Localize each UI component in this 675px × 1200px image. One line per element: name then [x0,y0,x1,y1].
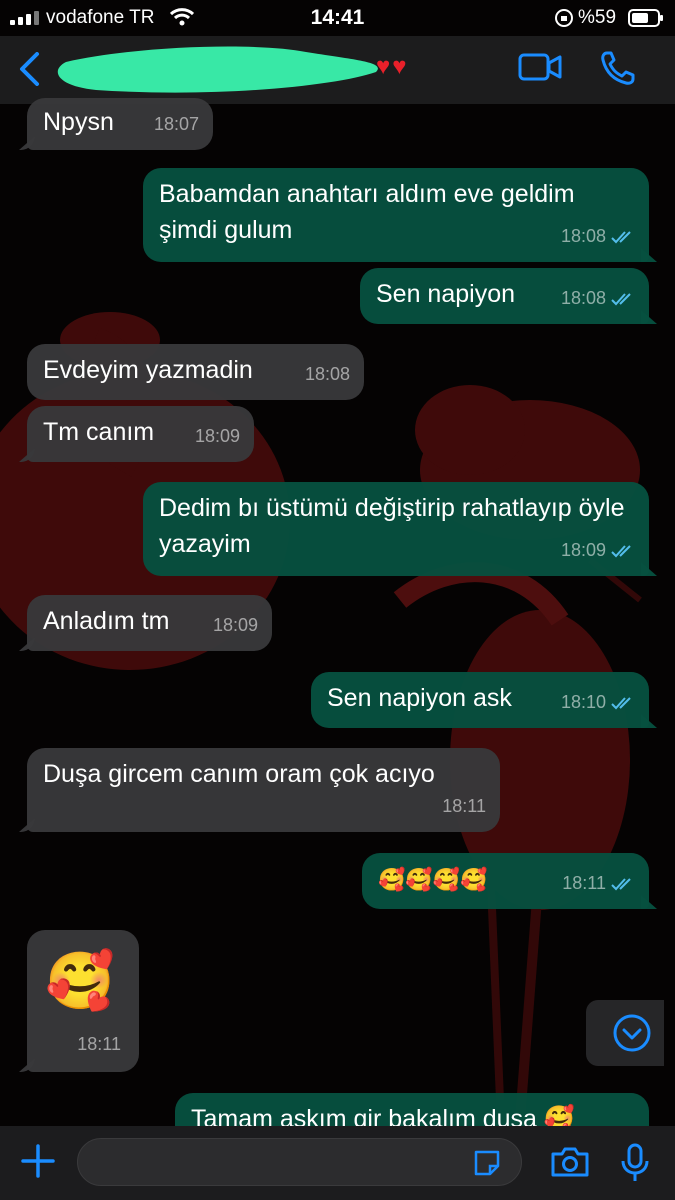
message-time: 18:09 [194,426,240,446]
message-time: 18:09 [560,540,606,560]
message-field[interactable] [77,1138,522,1186]
message-incoming[interactable]: Tm canım 18:09 [27,406,254,462]
message-time: 18:09 [212,615,258,635]
message-outgoing[interactable]: Sen napiyon 18:08 [360,268,649,324]
message-time: 18:11 [442,796,486,816]
message-incoming[interactable]: Evdeyim yazmadin 18:08 [27,344,364,400]
message-time: 18:07 [153,114,199,134]
message-incoming[interactable]: Anladım tm 18:09 [27,595,272,651]
message-text: Dedim bı üstümü değiştirip rahatlayıp öy… [159,494,625,558]
plus-icon[interactable] [20,1143,56,1179]
message-time: 18:10 [560,692,606,712]
message-incoming-emoji[interactable]: 🥰 18:11 [27,930,139,1072]
message-text: Sen napiyon [376,280,516,308]
message-emoji-text: 🥰🥰🥰🥰 [378,868,488,893]
message-outgoing[interactable]: Sen napiyon ask 18:10 [311,672,649,728]
message-time: 18:08 [560,226,606,246]
back-chevron-icon[interactable] [18,52,40,86]
read-receipt-icon [611,878,631,891]
contact-name-hearts: ♥♥ [376,53,409,80]
message-time: 18:11 [562,873,606,893]
message-text: Babamdan anahtarı aldım eve geldim şimdi… [159,180,575,244]
message-text: Tm canım [43,418,155,446]
message-outgoing[interactable]: 🥰🥰🥰🥰 18:11 [362,853,649,909]
sticker-icon[interactable] [472,1148,502,1178]
message-text: Anladım tm [43,607,170,635]
message-input-bar [0,1126,675,1200]
message-input[interactable] [94,1147,468,1179]
message-text: Evdeyim yazmadin [43,356,253,384]
video-call-icon[interactable] [518,52,562,82]
camera-icon[interactable] [550,1146,590,1178]
rotation-lock-icon [555,9,573,27]
redacted-contact-name[interactable] [56,42,386,98]
scroll-to-bottom-button[interactable] [586,1000,664,1066]
status-bar: vodafone TR 14:41 %59 [0,0,675,36]
chat-header: ♥♥ [0,36,675,104]
read-receipt-icon [611,231,631,244]
message-text: Duşa gircem canım oram çok acıyo [43,760,435,788]
microphone-icon[interactable] [620,1143,650,1183]
read-receipt-icon [611,293,631,306]
read-receipt-icon [611,545,631,558]
message-time: 18:08 [560,288,606,308]
message-incoming[interactable]: Duşa gircem canım oram çok acıyo 18:11 [27,748,500,832]
message-time: 18:08 [304,364,350,384]
message-text: Npysn [43,108,114,136]
read-receipt-icon [611,697,631,710]
message-outgoing[interactable]: Dedim bı üstümü değiştirip rahatlayıp öy… [143,482,649,576]
message-text: Sen napiyon ask [327,684,512,712]
phone-call-icon[interactable] [600,50,636,86]
message-outgoing[interactable]: Babamdan anahtarı aldım eve geldim şimdi… [143,168,649,262]
message-incoming[interactable]: Npysn 18:07 [27,98,213,150]
battery-percent: %59 [578,7,617,28]
message-time: 18:11 [77,1034,121,1054]
chevron-down-icon [613,1014,651,1052]
large-emoji: 🥰 [45,949,115,1014]
battery-icon [628,9,663,27]
